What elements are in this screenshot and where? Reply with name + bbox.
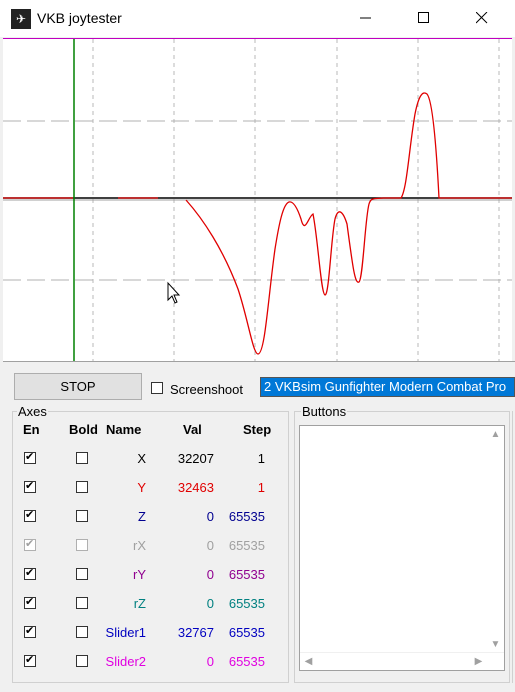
axis-name: X — [137, 451, 146, 466]
scroll-down-icon[interactable]: ▼ — [487, 636, 504, 653]
joystick-app-icon: ✈ — [11, 9, 31, 29]
stop-button[interactable]: STOP — [14, 373, 142, 400]
mouse-cursor-icon — [167, 281, 181, 304]
window-title: VKB joytester — [37, 10, 122, 26]
axis-name: Y — [137, 480, 146, 495]
axis-step: 65535 — [228, 567, 265, 582]
close-button[interactable] — [459, 0, 505, 37]
header-bold: Bold — [69, 422, 98, 437]
axis-enable-checkbox[interactable] — [24, 566, 36, 580]
screenshot-label: Screenshoot — [170, 382, 243, 397]
axis-value: 32463 — [177, 480, 214, 495]
axes-group-title: Axes — [17, 404, 48, 419]
axis-enable-checkbox[interactable] — [24, 624, 36, 638]
maximize-button[interactable] — [401, 0, 447, 37]
axis-graph-canvas — [3, 39, 512, 361]
axis-name: Z — [138, 509, 146, 524]
axis-name: rX — [133, 538, 146, 553]
scroll-up-icon[interactable]: ▲ — [487, 426, 504, 443]
axis-enable-checkbox[interactable] — [24, 479, 36, 493]
axis-step: 65535 — [228, 509, 265, 524]
axis-name: Slider2 — [105, 654, 146, 669]
axis-enable-checkbox[interactable] — [24, 537, 36, 551]
screenshot-checkbox[interactable] — [151, 382, 163, 394]
header-en: En — [23, 422, 40, 437]
header-step: Step — [243, 422, 272, 437]
axis-value: 32767 — [177, 625, 214, 640]
minimize-icon — [360, 17, 371, 19]
axis-step: 65535 — [228, 625, 265, 640]
horizontal-scrollbar[interactable]: ◀ ▶ — [300, 652, 504, 670]
scroll-left-icon[interactable]: ◀ — [300, 653, 317, 670]
axis-name: rZ — [133, 596, 146, 611]
header-val: Val — [183, 422, 202, 437]
axis-graph — [3, 38, 512, 361]
axis-step: 65535 — [228, 538, 265, 553]
axis-enable-checkbox[interactable] — [24, 450, 36, 464]
axis-enable-checkbox[interactable] — [24, 508, 36, 522]
header-name: Name — [106, 422, 142, 437]
vertical-scrollbar[interactable]: ▲ ▼ — [487, 426, 504, 670]
axis-enable-checkbox[interactable] — [24, 595, 36, 609]
axis-value: 0 — [206, 538, 214, 553]
buttons-group-title: Buttons — [301, 404, 348, 419]
axis-name: Slider1 — [105, 625, 146, 640]
buttons-list[interactable]: ▲ ▼ ◀ ▶ — [299, 425, 505, 671]
title-bar: ✈ VKB joytester — [0, 0, 515, 37]
axis-step: 1 — [257, 480, 265, 495]
scroll-right-icon[interactable]: ▶ — [470, 653, 487, 670]
axis-value: 0 — [206, 509, 214, 524]
axis-value: 32207 — [177, 451, 214, 466]
maximize-icon — [418, 12, 429, 23]
axis-step: 65535 — [228, 654, 265, 669]
axis-value: 0 — [206, 567, 214, 582]
minimize-button[interactable] — [343, 0, 389, 37]
device-select[interactable]: 2 VKBsim Gunfighter Modern Combat Pro — [260, 377, 515, 397]
axis-name: rY — [133, 567, 146, 582]
axis-step: 65535 — [228, 596, 265, 611]
axis-trace — [3, 92, 512, 355]
control-panel: STOP Screenshoot 2 VKBsim Gunfighter Mod… — [3, 361, 515, 692]
close-icon — [476, 12, 488, 24]
axis-enable-checkbox[interactable] — [24, 653, 36, 667]
axis-value: 0 — [206, 654, 214, 669]
axis-step: 1 — [257, 451, 265, 466]
axis-value: 0 — [206, 596, 214, 611]
